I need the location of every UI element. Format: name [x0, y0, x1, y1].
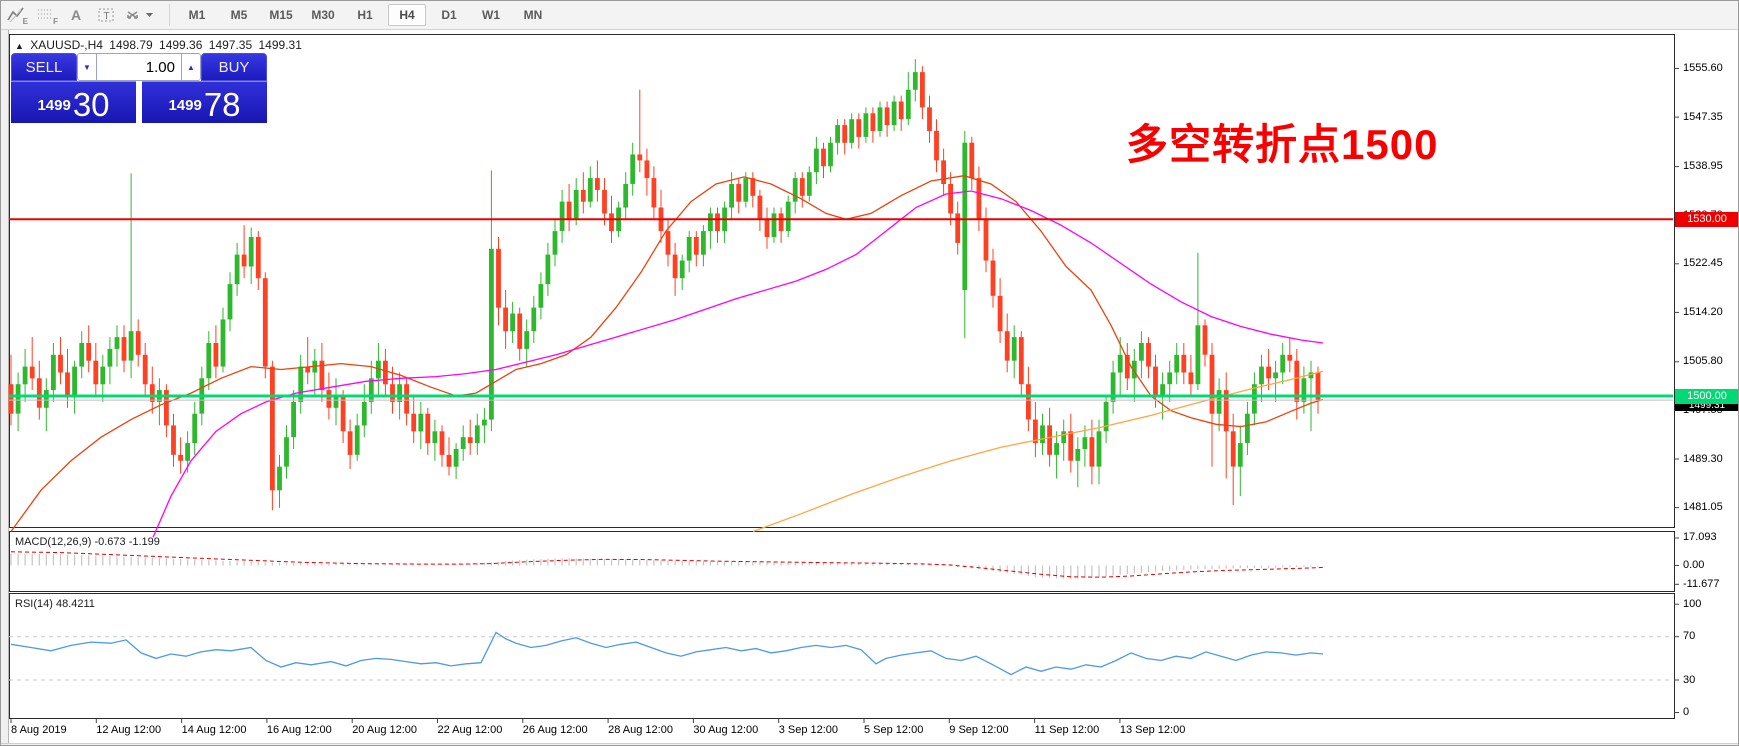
- timeframe-button-H4[interactable]: H4: [388, 4, 426, 26]
- price-tick-label: 1514.20: [1683, 306, 1723, 318]
- macd-tick-label: 17.093: [1683, 531, 1717, 543]
- time-axis[interactable]: 8 Aug 2019 12 Aug 12:00 14 Aug 12:00 16 Aug…: [9, 719, 1739, 743]
- hline-price-label-resistance: 1530.00: [1675, 212, 1739, 227]
- svg-text:T: T: [103, 11, 109, 22]
- chart-title: ▲ XAUUSD-,H4 1498.79 1499.36 1497.35 149…: [15, 38, 305, 52]
- price-tick-label: 1538.95: [1683, 160, 1723, 172]
- volume-up-button[interactable]: ▲: [181, 53, 201, 81]
- sell-price-display[interactable]: 1499 30: [11, 81, 136, 123]
- price-tick-label: 1481.05: [1683, 501, 1723, 513]
- time-tick-label: 20 Aug 12:00: [352, 724, 417, 736]
- rsi-tick-label: 30: [1683, 674, 1695, 686]
- close-value: 1499.31: [259, 38, 302, 52]
- time-tick-label: 3 Sep 12:00: [779, 724, 838, 736]
- time-tick-label: 16 Aug 12:00: [267, 724, 332, 736]
- price-tick-label: 1505.80: [1683, 355, 1723, 367]
- cycle-symbols-icon[interactable]: [121, 3, 159, 27]
- time-tick-label: 13 Sep 12:00: [1120, 724, 1185, 736]
- text-box-icon[interactable]: T: [91, 3, 121, 27]
- rsi-tick-label: 100: [1683, 598, 1701, 610]
- time-tick-label: 9 Sep 12:00: [949, 724, 1008, 736]
- buy-button[interactable]: BUY: [201, 53, 267, 81]
- volume-input[interactable]: [97, 53, 181, 81]
- sell-price-big: 30: [73, 88, 110, 121]
- buy-price-small: 1499: [168, 91, 201, 121]
- time-tick-label: 14 Aug 12:00: [182, 724, 247, 736]
- high-value: 1499.36: [159, 38, 202, 52]
- rsi-label: RSI(14) 48.4211: [15, 598, 95, 610]
- macd-panel[interactable]: [9, 531, 1675, 592]
- price-tick-label: 1547.35: [1683, 111, 1723, 123]
- buy-price-display[interactable]: 1499 78: [142, 81, 267, 123]
- time-tick-label: 22 Aug 12:00: [438, 724, 503, 736]
- time-tick-label: 5 Sep 12:00: [864, 724, 923, 736]
- text-label-icon[interactable]: A: [61, 3, 91, 27]
- timeframe-button-W1[interactable]: W1: [472, 4, 510, 26]
- sell-price-small: 1499: [37, 91, 70, 121]
- toolbar-separator: [169, 4, 170, 26]
- price-tick-label: 1555.60: [1683, 62, 1723, 74]
- sell-button[interactable]: SELL: [11, 53, 77, 81]
- timeframe-buttons: M1M5M15M30H1H4D1W1MN: [176, 4, 554, 26]
- buy-price-big: 78: [204, 88, 241, 121]
- macd-tick-label: 0.00: [1683, 559, 1704, 571]
- time-tick-label: 11 Sep 12:00: [1035, 724, 1100, 736]
- time-tick-label: 28 Aug 12:00: [608, 724, 673, 736]
- left-edge-strip: [1, 30, 9, 746]
- price-tick-label: 1522.45: [1683, 257, 1723, 269]
- timeframe-button-D1[interactable]: D1: [430, 4, 468, 26]
- symbol-period: XAUUSD-,H4: [30, 38, 103, 52]
- macd-tick-label: -11.677: [1683, 578, 1720, 590]
- grid-icon[interactable]: F: [31, 3, 61, 27]
- timeframe-button-H1[interactable]: H1: [346, 4, 384, 26]
- timeframe-button-M1[interactable]: M1: [178, 4, 216, 26]
- rsi-tick-label: 70: [1683, 630, 1695, 642]
- hline-price-label-pivot: 1500.00: [1675, 389, 1739, 404]
- timeframe-button-M5[interactable]: M5: [220, 4, 258, 26]
- rsi-panel[interactable]: [9, 593, 1675, 719]
- low-value: 1497.35: [209, 38, 252, 52]
- collapse-arrow-icon[interactable]: ▲: [15, 41, 24, 51]
- timeframe-button-MN[interactable]: MN: [514, 4, 552, 26]
- one-click-trading-panel: SELL ▼ ▲ BUY 1499 30 1499 78: [11, 53, 267, 123]
- time-tick-label: 12 Aug 12:00: [96, 724, 161, 736]
- open-value: 1498.79: [109, 38, 152, 52]
- volume-down-button[interactable]: ▼: [77, 53, 97, 81]
- chart-annotation-text: 多空转折点1500: [1126, 111, 1438, 172]
- mt4-window: E F A T M1M5M15M30H1H4D1W1MN ▲ XAUUSD-,H…: [0, 0, 1739, 746]
- timeframe-button-M30[interactable]: M30: [304, 4, 342, 26]
- timeframe-button-M15[interactable]: M15: [262, 4, 300, 26]
- time-tick-label: 30 Aug 12:00: [693, 724, 758, 736]
- toolbar: E F A T M1M5M15M30H1H4D1W1MN: [1, 1, 1739, 30]
- macd-label: MACD(12,26,9) -0.673 -1.199: [15, 536, 160, 548]
- time-tick-label: 26 Aug 12:00: [523, 724, 588, 736]
- time-tick-label: 8 Aug 2019: [11, 724, 67, 736]
- indicators-icon[interactable]: E: [1, 3, 31, 27]
- rsi-tick-label: 0: [1683, 706, 1689, 718]
- price-tick-label: 1489.30: [1683, 453, 1723, 465]
